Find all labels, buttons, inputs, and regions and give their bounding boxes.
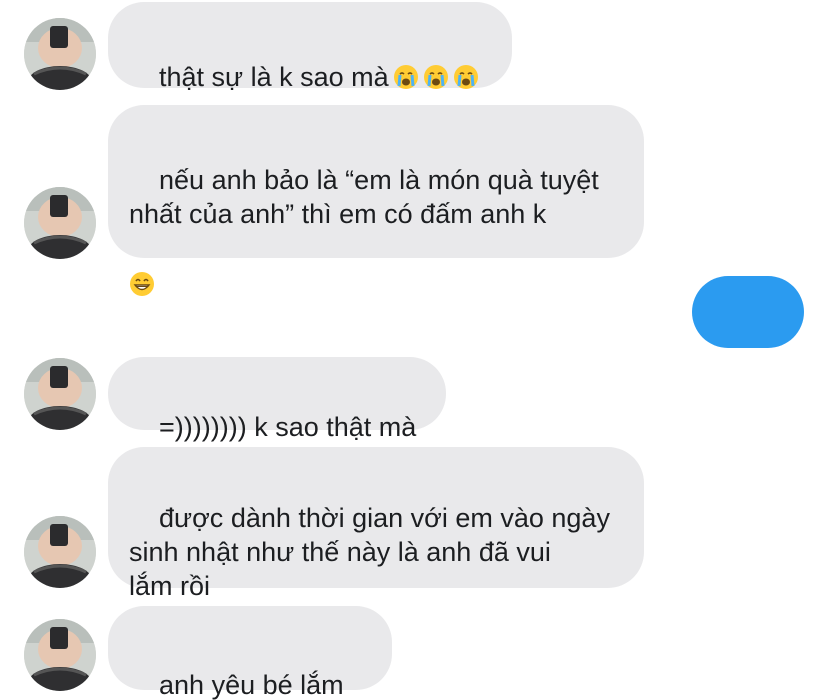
message-text: =)))))))) k sao thật mà [159, 412, 417, 442]
grinning-face-icon [129, 271, 155, 297]
crying-face-icon [423, 64, 449, 90]
contact-avatar[interactable] [24, 358, 96, 430]
message-text: ... có [713, 332, 774, 396]
contact-avatar[interactable] [24, 619, 96, 691]
contact-avatar[interactable] [24, 516, 96, 588]
message-text: được dành thời gian với em vào ngày sinh… [129, 503, 610, 601]
message-text: anh yêu bé lắm [159, 670, 344, 700]
contact-avatar[interactable] [24, 18, 96, 90]
crying-face-icon [453, 64, 479, 90]
message-bubble[interactable]: thật sự là k sao mà [108, 2, 512, 92]
message-bubble[interactable]: được dành thời gian với em vào ngày sinh… [108, 447, 644, 601]
chat-thread: thật sự là k sao mà nếu anh bảo là “em l… [0, 0, 828, 700]
message-text: nếu anh bảo là “em là món quà tuyệt nhất… [129, 165, 599, 229]
message-text: thật sự là k sao mà [159, 62, 389, 92]
contact-avatar[interactable] [24, 187, 96, 259]
message-bubble[interactable]: =)))))))) k sao thật mà [108, 357, 446, 442]
crying-face-icon [393, 64, 419, 90]
message-bubble[interactable]: nếu anh bảo là “em là món quà tuyệt nhất… [108, 105, 644, 296]
message-bubble[interactable]: anh yêu bé lắm [108, 606, 392, 700]
message-bubble[interactable]: ... có [692, 276, 804, 396]
